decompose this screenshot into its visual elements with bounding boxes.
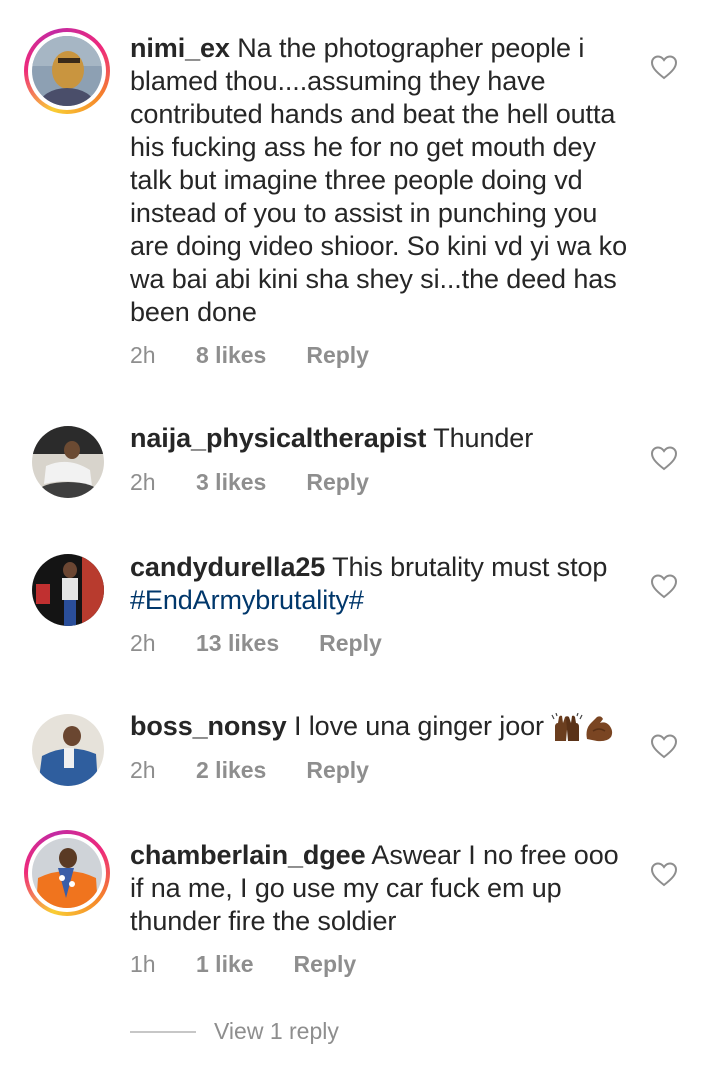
reply-button[interactable]: Reply (306, 469, 369, 496)
comment-time: 2h (130, 757, 156, 783)
flexed-biceps-emoji (586, 716, 613, 742)
comment-text: naija_physicaltherapist Thunder (130, 422, 630, 455)
comment-meta: 2h 3 likes Reply (130, 469, 369, 496)
comment-text: candydurella25 This brutality must stop … (130, 551, 630, 617)
heart-outline-icon[interactable] (650, 573, 678, 599)
comment-username[interactable]: nimi_ex (130, 33, 230, 63)
comment-hashtag[interactable]: #EndArmybrutality# (130, 585, 364, 615)
reply-button[interactable]: Reply (306, 757, 369, 784)
comment-meta: 1h 1 like Reply (130, 951, 356, 978)
avatar[interactable] (32, 554, 104, 626)
reply-button[interactable]: Reply (306, 342, 369, 369)
comment-likes[interactable]: 2 likes (196, 757, 266, 784)
avatar-story-ring[interactable] (24, 28, 110, 114)
comment-likes[interactable]: 3 likes (196, 469, 266, 496)
heart-outline-icon[interactable] (650, 733, 678, 759)
comment-likes[interactable]: 1 like (196, 951, 254, 978)
comment-username[interactable]: chamberlain_dgee (130, 840, 366, 870)
comment-text: nimi_ex Na the photographer people i bla… (130, 32, 630, 329)
comment-username[interactable]: candydurella25 (130, 552, 325, 582)
comment-time: 1h (130, 951, 156, 977)
heart-outline-icon[interactable] (650, 861, 678, 887)
reply-button[interactable]: Reply (294, 951, 357, 978)
heart-outline-icon[interactable] (650, 54, 678, 80)
heart-outline-icon[interactable] (650, 445, 678, 471)
comment-body: I love una ginger joor (286, 711, 552, 741)
avatar[interactable] (32, 714, 104, 786)
view-replies-label: View 1 reply (214, 1018, 339, 1044)
comment-time: 2h (130, 630, 156, 656)
comment-meta: 2h 2 likes Reply (130, 757, 369, 784)
raising-hands-emoji (551, 712, 583, 741)
reply-button[interactable]: Reply (319, 630, 382, 657)
comment-username[interactable]: naija_physicaltherapist (130, 423, 426, 453)
comment-time: 2h (130, 342, 156, 368)
comment-meta: 2h 8 likes Reply (130, 342, 369, 369)
comment-body: Na the photographer people i blamed thou… (130, 33, 627, 327)
view-replies-button[interactable]: View 1 reply (130, 1018, 339, 1045)
comment-meta: 2h 13 likes Reply (130, 630, 382, 657)
comment-time: 2h (130, 469, 156, 495)
comment-body: Thunder (426, 423, 534, 453)
comment-body: This brutality must stop (325, 552, 608, 582)
comment-username[interactable]: boss_nonsy (130, 711, 287, 741)
comment-likes[interactable]: 13 likes (196, 630, 279, 657)
avatar-story-ring[interactable] (24, 830, 110, 916)
comment-text: chamberlain_dgee Aswear I no free ooo if… (130, 839, 630, 938)
comment-text: boss_nonsy I love una ginger joor (130, 710, 630, 743)
avatar (32, 838, 102, 908)
avatar[interactable] (32, 426, 104, 498)
avatar (32, 36, 102, 106)
comment-likes[interactable]: 8 likes (196, 342, 266, 369)
replies-divider-line (130, 1030, 196, 1033)
